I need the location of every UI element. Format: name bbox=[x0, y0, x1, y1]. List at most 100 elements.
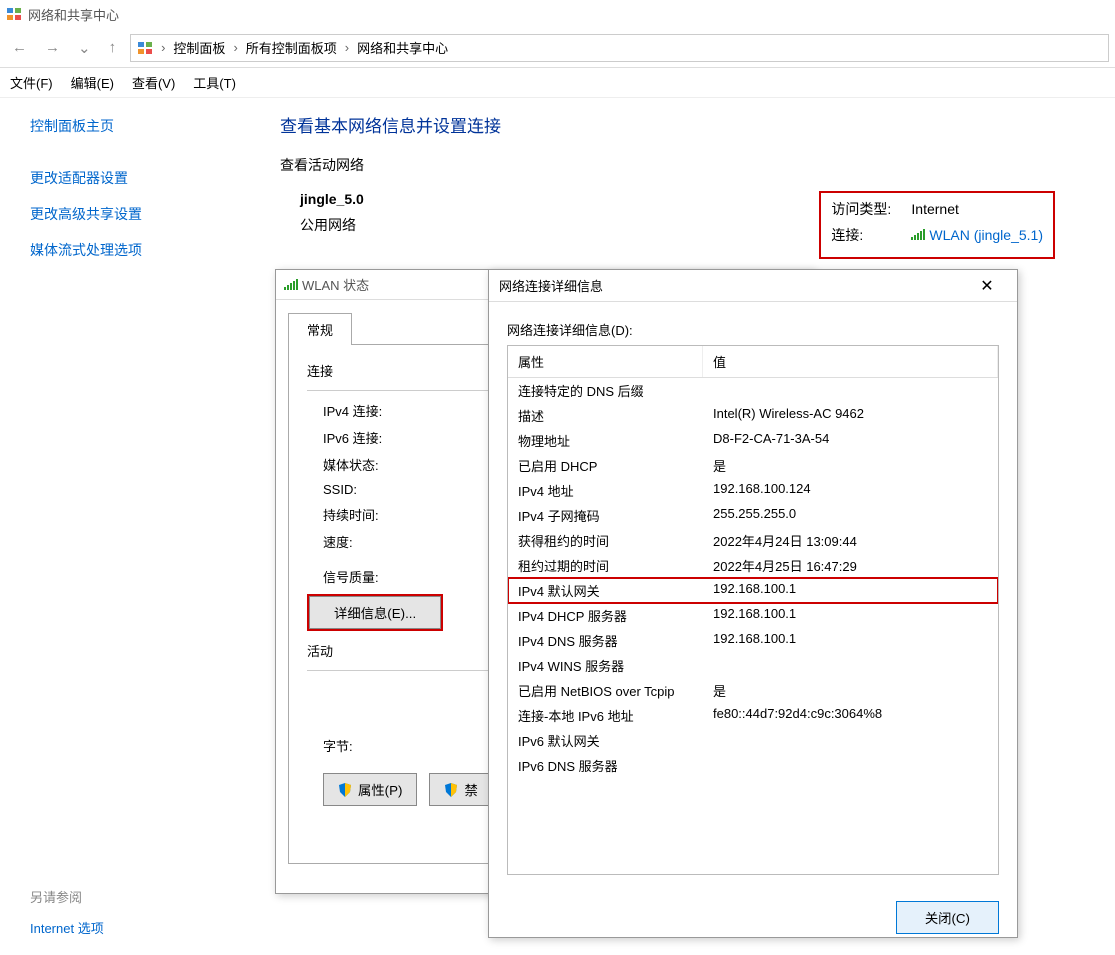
details-dialog-titlebar[interactable]: 网络连接详细信息 ✕ bbox=[489, 270, 1017, 302]
table-row[interactable]: 连接特定的 DNS 后缀 bbox=[508, 378, 998, 403]
value-cell: 255.255.255.0 bbox=[703, 503, 998, 528]
wifi-icon bbox=[284, 279, 298, 291]
column-value[interactable]: 值 bbox=[703, 346, 998, 377]
breadcrumb-item[interactable]: 所有控制面板项 bbox=[246, 38, 337, 57]
control-panel-icon bbox=[137, 40, 153, 56]
close-button[interactable]: 关闭(C) bbox=[896, 901, 999, 934]
property-cell: 获得租约的时间 bbox=[508, 528, 703, 553]
value-cell: Intel(R) Wireless-AC 9462 bbox=[703, 403, 998, 428]
breadcrumb[interactable]: › 控制面板 › 所有控制面板项 › 网络和共享中心 bbox=[130, 34, 1109, 62]
value-cell: 192.168.100.124 bbox=[703, 478, 998, 503]
section-label: 查看活动网络 bbox=[280, 155, 1095, 175]
chevron-right-icon: › bbox=[159, 40, 167, 55]
breadcrumb-item[interactable]: 网络和共享中心 bbox=[357, 38, 448, 57]
property-cell: IPv4 DNS 服务器 bbox=[508, 628, 703, 653]
menu-view[interactable]: 查看(V) bbox=[132, 73, 175, 92]
menu-edit[interactable]: 编辑(E) bbox=[71, 73, 114, 92]
wlan-dialog-title: WLAN 状态 bbox=[302, 275, 369, 294]
value-cell: 2022年4月24日 13:09:44 bbox=[703, 528, 998, 553]
details-dialog: 网络连接详细信息 ✕ 网络连接详细信息(D): 属性 值 连接特定的 DNS 后… bbox=[488, 269, 1018, 938]
sidebar-item-media[interactable]: 媒体流式处理选项 bbox=[30, 240, 230, 260]
property-cell: IPv4 子网掩码 bbox=[508, 503, 703, 528]
chevron-right-icon: › bbox=[343, 40, 351, 55]
sidebar-item-sharing[interactable]: 更改高级共享设置 bbox=[30, 204, 230, 224]
value-cell: 是 bbox=[703, 678, 998, 703]
property-cell: 租约过期的时间 bbox=[508, 553, 703, 578]
breadcrumb-item[interactable]: 控制面板 bbox=[173, 38, 225, 57]
property-cell: IPv4 默认网关 bbox=[508, 578, 703, 603]
table-row[interactable]: 获得租约的时间2022年4月24日 13:09:44 bbox=[508, 528, 998, 553]
table-row[interactable]: IPv4 WINS 服务器 bbox=[508, 653, 998, 678]
value-cell bbox=[703, 378, 998, 403]
table-row[interactable]: IPv6 DNS 服务器 bbox=[508, 753, 998, 778]
window-title: 网络和共享中心 bbox=[28, 5, 119, 24]
sidebar-item-adapter[interactable]: 更改适配器设置 bbox=[30, 168, 230, 188]
chevron-right-icon: › bbox=[231, 40, 239, 55]
address-bar: ← → ⌄ ↑ › 控制面板 › 所有控制面板项 › 网络和共享中心 bbox=[0, 28, 1115, 68]
shield-icon bbox=[338, 783, 352, 797]
connection-info-box: 访问类型: Internet 连接: WLAN (jingle_5.1) bbox=[819, 191, 1055, 259]
menu-bar: 文件(F) 编辑(E) 查看(V) 工具(T) bbox=[0, 68, 1115, 98]
property-cell: IPv4 地址 bbox=[508, 478, 703, 503]
sidebar-footer: 另请参阅 Internet 选项 bbox=[30, 887, 104, 937]
table-row[interactable]: 已启用 DHCP是 bbox=[508, 453, 998, 478]
table-row[interactable]: 描述Intel(R) Wireless-AC 9462 bbox=[508, 403, 998, 428]
table-row[interactable]: IPv4 子网掩码255.255.255.0 bbox=[508, 503, 998, 528]
ipv6-conn-label: IPv6 连接: bbox=[323, 428, 433, 447]
sidebar: 控制面板主页 更改适配器设置 更改高级共享设置 媒体流式处理选项 bbox=[0, 98, 260, 294]
recent-button[interactable]: ⌄ bbox=[72, 35, 97, 61]
property-cell: 已启用 DHCP bbox=[508, 453, 703, 478]
back-button[interactable]: ← bbox=[6, 35, 33, 60]
table-row[interactable]: 租约过期的时间2022年4月25日 16:47:29 bbox=[508, 553, 998, 578]
table-row[interactable]: IPv4 DNS 服务器192.168.100.1 bbox=[508, 628, 998, 653]
value-cell: 192.168.100.1 bbox=[703, 578, 998, 603]
property-cell: 连接-本地 IPv6 地址 bbox=[508, 703, 703, 728]
internet-options-link[interactable]: Internet 选项 bbox=[30, 918, 104, 937]
property-cell: IPv6 默认网关 bbox=[508, 728, 703, 753]
network-type: 公用网络 bbox=[300, 215, 364, 235]
forward-button[interactable]: → bbox=[39, 35, 66, 60]
value-cell: 是 bbox=[703, 453, 998, 478]
value-cell: D8-F2-CA-71-3A-54 bbox=[703, 428, 998, 453]
page-title: 查看基本网络信息并设置连接 bbox=[280, 112, 1095, 137]
value-cell bbox=[703, 753, 998, 778]
table-row[interactable]: IPv6 默认网关 bbox=[508, 728, 998, 753]
details-dialog-title: 网络连接详细信息 bbox=[499, 276, 603, 295]
disable-button[interactable]: 禁 bbox=[429, 773, 492, 806]
value-cell: 192.168.100.1 bbox=[703, 603, 998, 628]
property-cell: 物理地址 bbox=[508, 428, 703, 453]
details-button[interactable]: 详细信息(E)... bbox=[309, 596, 441, 629]
up-button[interactable]: ↑ bbox=[103, 35, 123, 60]
sidebar-item-home[interactable]: 控制面板主页 bbox=[30, 116, 230, 136]
access-type-value: Internet bbox=[911, 201, 958, 217]
connection-label: 连接: bbox=[831, 225, 911, 245]
property-cell: 连接特定的 DNS 后缀 bbox=[508, 378, 703, 403]
table-row[interactable]: IPv4 地址192.168.100.124 bbox=[508, 478, 998, 503]
details-list-label: 网络连接详细信息(D): bbox=[507, 320, 999, 339]
column-property[interactable]: 属性 bbox=[508, 346, 703, 377]
value-cell bbox=[703, 653, 998, 678]
table-row[interactable]: 物理地址D8-F2-CA-71-3A-54 bbox=[508, 428, 998, 453]
speed-label: 速度: bbox=[323, 532, 433, 551]
properties-button[interactable]: 属性(P) bbox=[323, 773, 417, 806]
table-row[interactable]: 连接-本地 IPv6 地址fe80::44d7:92d4:c9c:3064%8 bbox=[508, 703, 998, 728]
close-icon[interactable]: ✕ bbox=[967, 272, 1007, 300]
ipv4-conn-label: IPv4 连接: bbox=[323, 401, 433, 420]
details-table: 属性 值 连接特定的 DNS 后缀描述Intel(R) Wireless-AC … bbox=[507, 345, 999, 875]
property-cell: 描述 bbox=[508, 403, 703, 428]
table-row[interactable]: IPv4 默认网关192.168.100.1 bbox=[508, 578, 998, 603]
table-row[interactable]: IPv4 DHCP 服务器192.168.100.1 bbox=[508, 603, 998, 628]
menu-file[interactable]: 文件(F) bbox=[10, 73, 53, 92]
ssid-label: SSID: bbox=[323, 482, 433, 497]
access-type-label: 访问类型: bbox=[831, 199, 911, 219]
disable-button-label: 禁 bbox=[464, 780, 477, 799]
wlan-link[interactable]: WLAN (jingle_5.1) bbox=[929, 227, 1043, 243]
menu-tools[interactable]: 工具(T) bbox=[193, 73, 236, 92]
value-cell: 192.168.100.1 bbox=[703, 628, 998, 653]
network-icon bbox=[6, 6, 22, 22]
shield-icon bbox=[444, 783, 458, 797]
value-cell: 2022年4月25日 16:47:29 bbox=[703, 553, 998, 578]
network-name: jingle_5.0 bbox=[300, 191, 364, 207]
table-row[interactable]: 已启用 NetBIOS over Tcpip是 bbox=[508, 678, 998, 703]
tab-general[interactable]: 常规 bbox=[288, 313, 352, 345]
